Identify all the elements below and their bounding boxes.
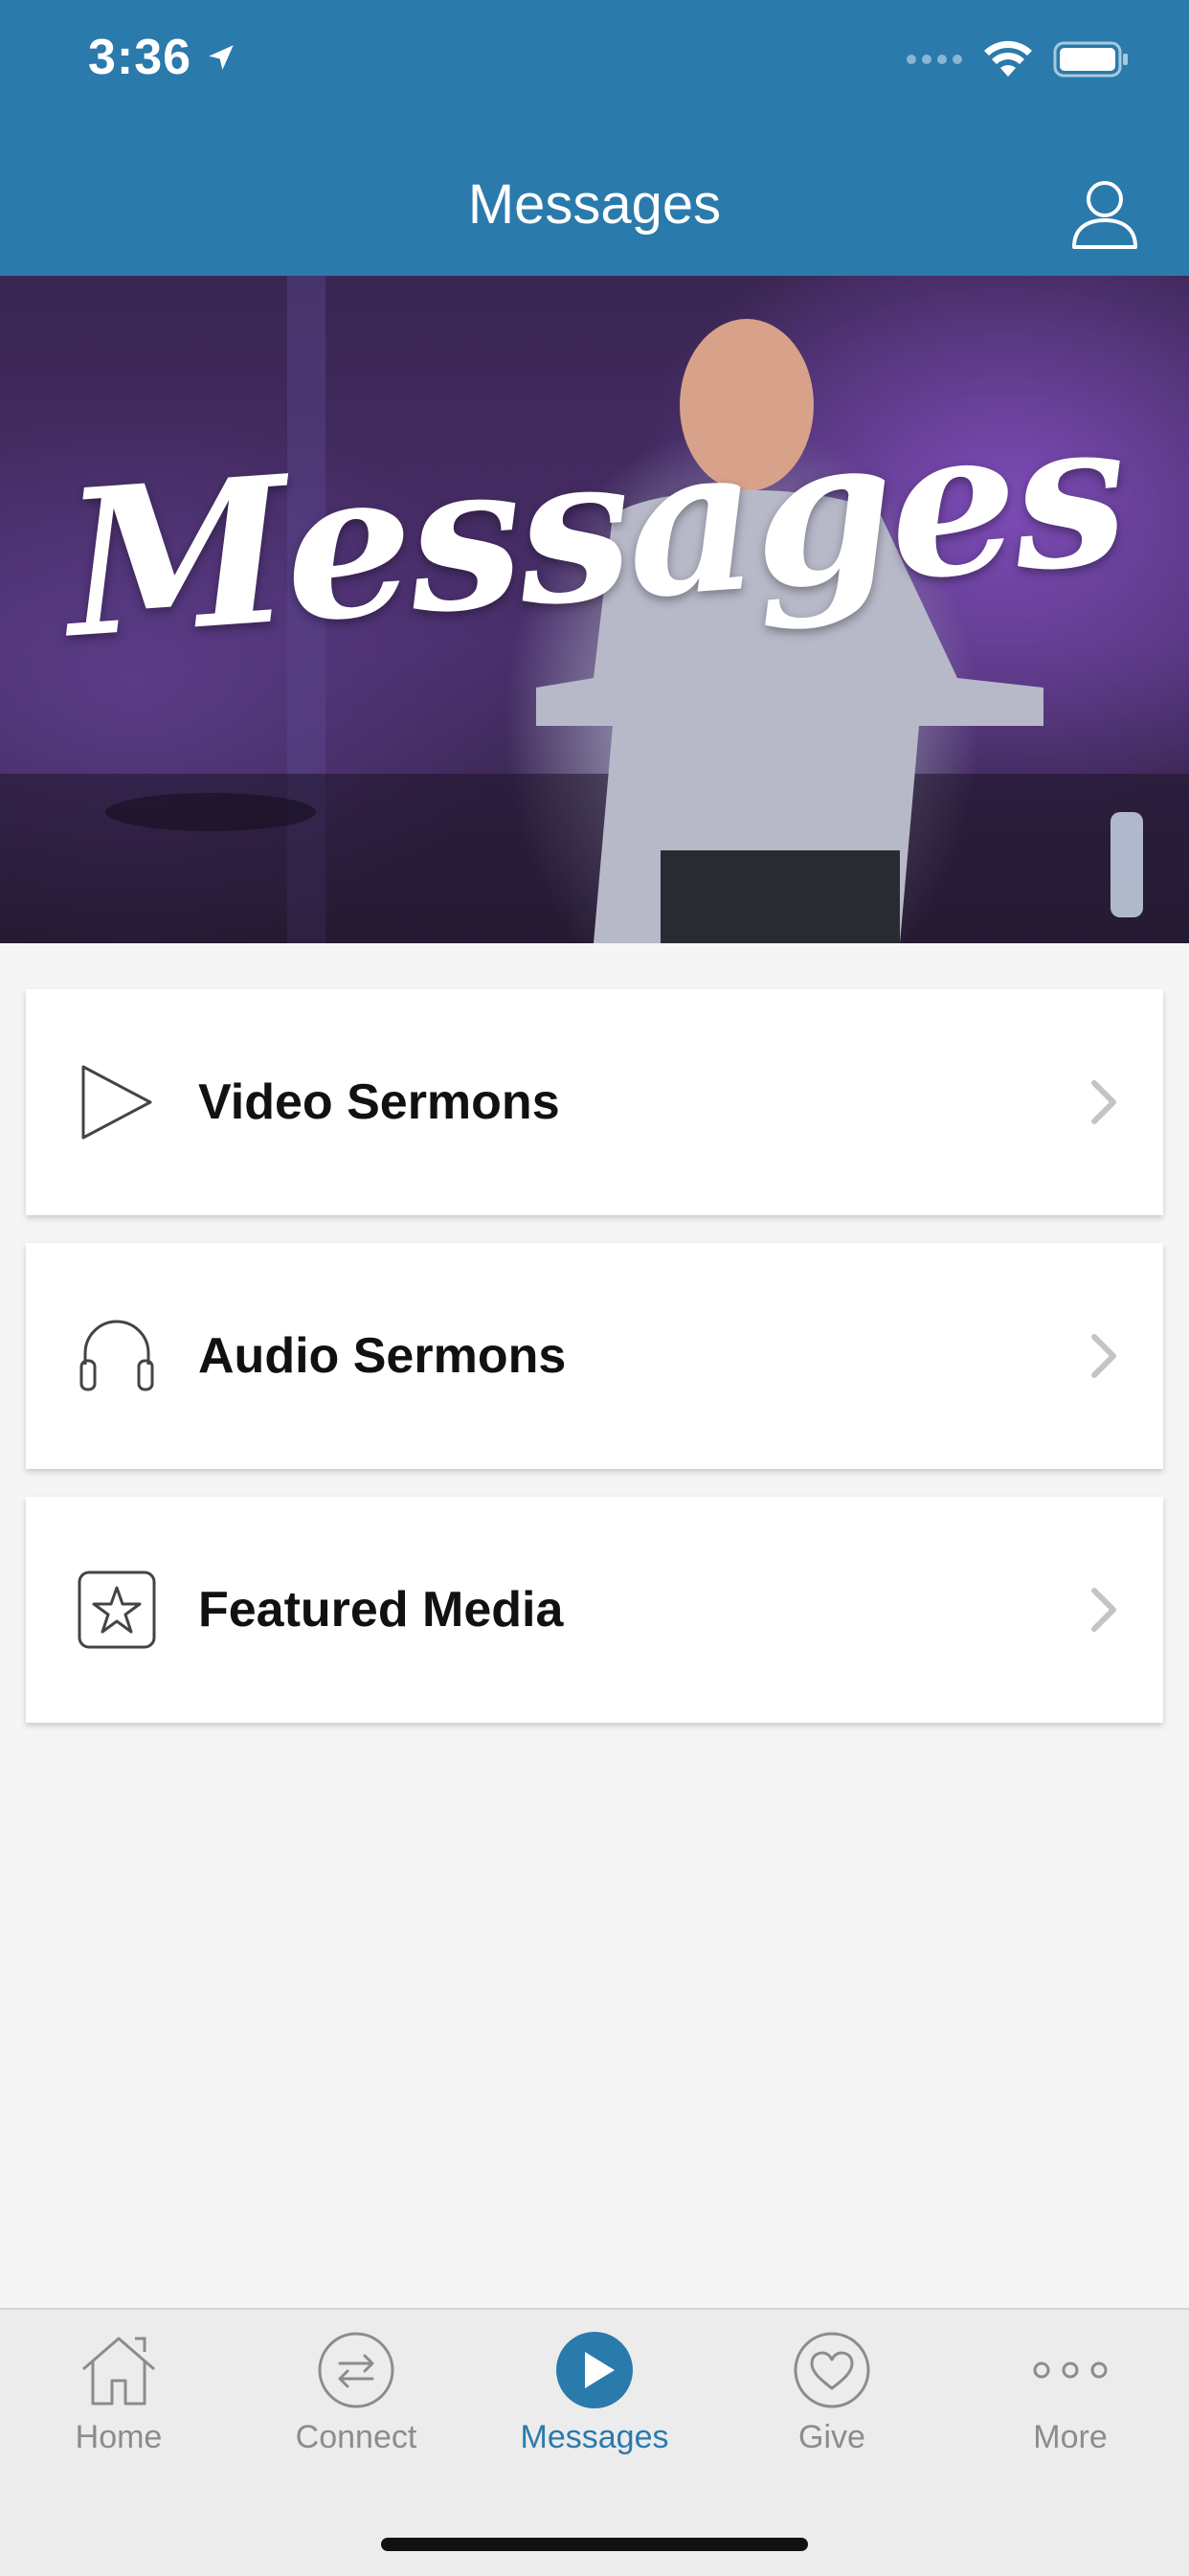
status-bar-indicators <box>906 40 1130 79</box>
bottom-tab-bar: Home Connect Messages Give More <box>0 2308 1189 2576</box>
featured-media-item[interactable]: Featured Media <box>26 1497 1163 1723</box>
profile-icon[interactable] <box>1066 174 1143 251</box>
app-header: 3:36 Messages <box>0 0 1189 276</box>
signal-dots-icon <box>907 55 962 64</box>
tab-home-label: Home <box>75 2419 163 2455</box>
play-icon <box>81 1065 152 1140</box>
audio-sermons-label: Audio Sermons <box>198 1328 567 1384</box>
chevron-right-icon <box>1091 1334 1116 1378</box>
page-title: Messages <box>467 173 722 236</box>
video-sermons-label: Video Sermons <box>198 1074 560 1130</box>
tab-more[interactable]: More <box>952 2329 1189 2456</box>
tab-give-label: Give <box>798 2419 865 2455</box>
tab-more-label: More <box>1033 2419 1108 2455</box>
status-bar-time: 3:36 <box>88 29 237 86</box>
star-icon <box>78 1570 156 1649</box>
tab-messages-label: Messages <box>520 2419 669 2455</box>
audio-sermons-item[interactable]: Audio Sermons <box>26 1243 1163 1469</box>
tab-give[interactable]: Give <box>713 2329 951 2456</box>
chevron-right-icon <box>1091 1588 1116 1632</box>
location-arrow-icon <box>209 45 234 70</box>
heart-icon <box>794 2332 870 2408</box>
tab-home[interactable]: Home <box>0 2329 237 2456</box>
video-sermons-item[interactable]: Video Sermons <box>26 989 1163 1215</box>
home-indicator[interactable] <box>381 2538 808 2551</box>
home-icon <box>82 2337 155 2406</box>
tab-messages[interactable]: Messages <box>476 2329 713 2456</box>
play-circle-icon <box>556 2332 633 2408</box>
more-dots-icon <box>1033 2361 1108 2379</box>
chevron-right-icon <box>1091 1080 1116 1124</box>
headphones-icon <box>79 1320 154 1391</box>
wifi-icon <box>984 40 1032 77</box>
battery-icon <box>1053 41 1128 78</box>
featured-media-label: Featured Media <box>198 1582 564 1638</box>
tab-connect-label: Connect <box>295 2419 417 2455</box>
connect-arrows-icon <box>318 2332 394 2408</box>
tab-connect[interactable]: Connect <box>237 2329 475 2456</box>
hero-banner: Messages <box>0 276 1189 943</box>
status-time-text: 3:36 <box>88 30 192 85</box>
